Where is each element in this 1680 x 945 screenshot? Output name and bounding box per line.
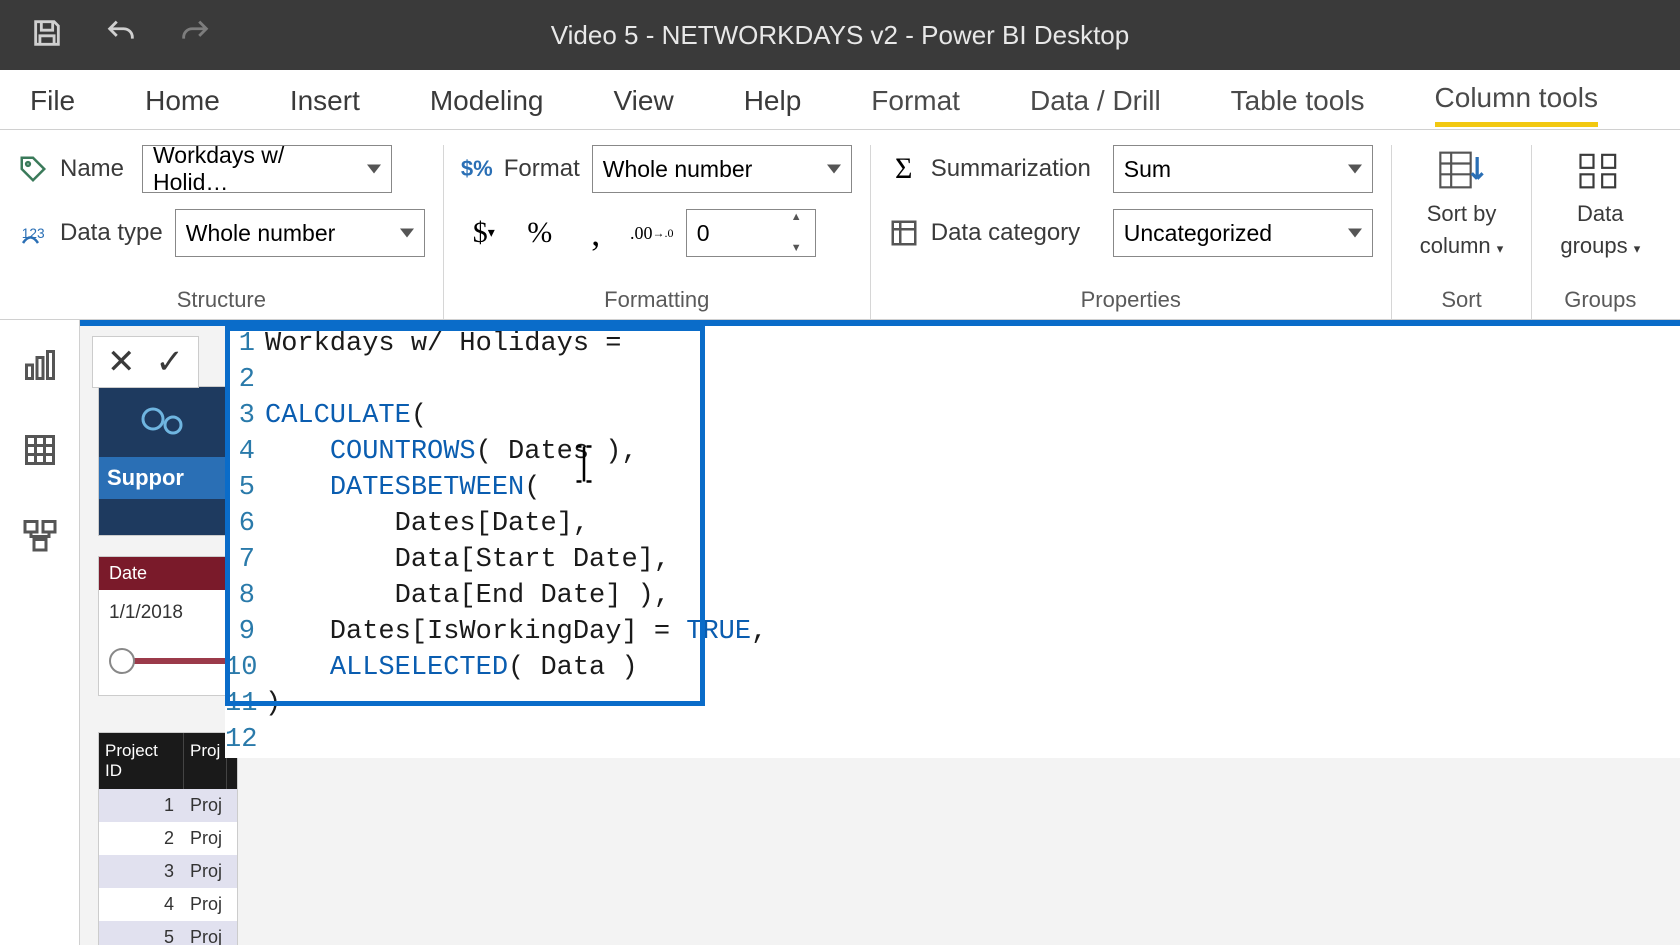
decimals-input[interactable]: 0 ▲▼ <box>686 209 816 257</box>
table-row: 2Proj <box>99 822 237 855</box>
decimal-icon[interactable]: .00→.0 <box>630 209 674 257</box>
ribbon: Name Workdays w/ Holid… 123 Data type Wh… <box>0 130 1680 320</box>
workspace: ✕ ✓ Suppor Date 1/1/2018 Project ID Proj… <box>0 320 1680 945</box>
slicer-track[interactable] <box>111 658 225 664</box>
redo-icon[interactable] <box>178 16 212 55</box>
name-label: Name <box>60 155 130 183</box>
ribbon-group-formatting: $% Format Whole number $▾ % , .00→.0 0 ▲… <box>444 145 871 319</box>
ribbon-group-properties: Σ Summarization Sum Data category Uncate… <box>871 145 1392 319</box>
support-label: Suppor <box>99 457 227 499</box>
slicer-thumb[interactable] <box>109 648 135 674</box>
datacategory-label: Data category <box>931 219 1101 247</box>
tab-insert[interactable]: Insert <box>290 75 360 125</box>
table-row: 4Proj <box>99 888 237 921</box>
table-row: 5Proj <box>99 921 237 945</box>
menubar: File Home Insert Modeling View Help Form… <box>0 70 1680 130</box>
group-label-groups: Groups <box>1550 279 1650 319</box>
format-value: Whole number <box>603 156 753 183</box>
report-view-button[interactable] <box>20 345 60 385</box>
code-line: Dates[Date], <box>265 509 589 539</box>
dax-editor[interactable]: 1Workdays w/ Holidays = 2 3CALCULATE( 4 … <box>225 326 1680 758</box>
group-label-sort: Sort <box>1410 279 1514 319</box>
project-table[interactable]: Project ID Proj 1Proj 2Proj 3Proj 4Proj … <box>98 732 238 945</box>
gears-icon <box>99 387 227 457</box>
datatype-value: Whole number <box>186 220 336 247</box>
code-line: Data[Start Date], <box>265 545 670 575</box>
undo-icon[interactable] <box>104 16 138 55</box>
col-project-name[interactable]: Proj <box>184 733 227 789</box>
tab-home[interactable]: Home <box>145 75 220 125</box>
datacategory-value: Uncategorized <box>1124 220 1272 247</box>
save-icon[interactable] <box>30 16 64 55</box>
tab-datadrill[interactable]: Data / Drill <box>1030 75 1161 125</box>
comma-button[interactable]: , <box>574 209 618 257</box>
tag-icon <box>18 154 48 184</box>
datatype-select[interactable]: Whole number <box>175 209 425 257</box>
data-view-button[interactable] <box>20 430 60 470</box>
summarization-select[interactable]: Sum <box>1113 145 1373 193</box>
slicer-value: 1/1/2018 <box>99 590 237 636</box>
ribbon-group-groups: Data groups ▾ Groups <box>1532 145 1668 319</box>
tab-view[interactable]: View <box>614 75 674 125</box>
col-project-id[interactable]: Project ID <box>99 733 184 789</box>
support-card[interactable]: Suppor <box>98 386 228 536</box>
tab-modeling[interactable]: Modeling <box>430 75 544 125</box>
group-label-structure: Structure <box>18 279 425 319</box>
titlebar: Video 5 - NETWORKDAYS v2 - Power BI Desk… <box>0 0 1680 70</box>
datatype-icon: 123 <box>18 218 48 248</box>
format-select[interactable]: Whole number <box>592 145 852 193</box>
decimals-value: 0 <box>697 220 710 247</box>
slicer-header: Date <box>99 557 237 590</box>
category-icon <box>889 218 919 248</box>
commit-formula-button[interactable]: ✓ <box>156 345 185 379</box>
name-input[interactable]: Workdays w/ Holid… <box>142 145 392 193</box>
format-icon: $% <box>462 154 492 184</box>
datatype-label: Data type <box>60 219 163 247</box>
sort-by-column-button[interactable]: Sort by column ▾ <box>1410 145 1514 259</box>
percent-button[interactable]: % <box>518 209 562 257</box>
ribbon-group-sort: Sort by column ▾ Sort <box>1392 145 1533 319</box>
code-line: Data[End Date] ), <box>265 581 670 611</box>
date-slicer[interactable]: Date 1/1/2018 <box>98 556 238 696</box>
table-row: 1Proj <box>99 789 237 822</box>
window-title: Video 5 - NETWORKDAYS v2 - Power BI Desk… <box>0 20 1680 51</box>
report-canvas: ✕ ✓ Suppor Date 1/1/2018 Project ID Proj… <box>80 320 1680 945</box>
summarization-label: Summarization <box>931 155 1101 183</box>
tab-format[interactable]: Format <box>871 75 960 125</box>
ribbon-group-structure: Name Workdays w/ Holid… 123 Data type Wh… <box>0 145 444 319</box>
group-label-properties: Properties <box>889 279 1373 319</box>
view-rail <box>0 320 80 945</box>
format-label: Format <box>504 155 580 183</box>
sigma-icon: Σ <box>889 154 919 184</box>
cancel-formula-button[interactable]: ✕ <box>107 345 136 379</box>
tab-columntools[interactable]: Column tools <box>1435 72 1598 127</box>
currency-button[interactable]: $▾ <box>462 209 506 257</box>
table-row: 3Proj <box>99 855 237 888</box>
formula-action-buttons: ✕ ✓ <box>92 336 199 388</box>
datacategory-select[interactable]: Uncategorized <box>1113 209 1373 257</box>
model-view-button[interactable] <box>20 515 60 555</box>
tab-help[interactable]: Help <box>744 75 802 125</box>
tab-tabletools[interactable]: Table tools <box>1231 75 1365 125</box>
code-line: ) <box>265 689 281 719</box>
tab-file[interactable]: File <box>30 75 75 125</box>
group-label-formatting: Formatting <box>462 279 852 319</box>
data-groups-button[interactable]: Data groups ▾ <box>1550 145 1650 279</box>
name-value: Workdays w/ Holid… <box>153 142 355 196</box>
summarization-value: Sum <box>1124 156 1171 183</box>
code-line: Workdays w/ Holidays = <box>265 329 621 359</box>
